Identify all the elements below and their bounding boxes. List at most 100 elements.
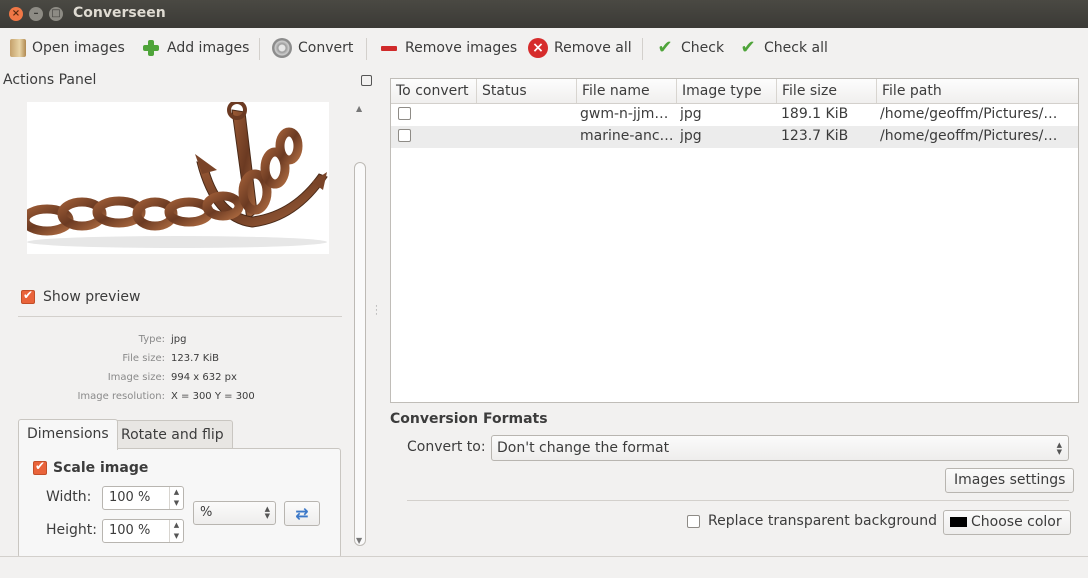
checkmark-icon: ✔: [740, 37, 756, 58]
window-title: Converseen: [73, 5, 166, 21]
replace-transparent-bg-checkbox[interactable]: Replace transparent background: [687, 513, 937, 529]
unit-select[interactable]: % ▲ ▼: [193, 501, 276, 525]
file-path-cell: /home/geoffm/Pictures/…: [880, 128, 1058, 144]
open-images-label: Open images: [32, 40, 125, 56]
scrollbar-thumb[interactable]: [354, 162, 366, 546]
add-images-button[interactable]: Add images: [141, 36, 249, 60]
image-type-cell: jpg: [680, 106, 702, 122]
checkbox-icon[interactable]: [21, 288, 35, 304]
gear-icon: [272, 38, 292, 58]
toolbar-separator: [366, 38, 367, 60]
color-swatch: [950, 517, 967, 527]
close-window-button[interactable]: ×: [9, 7, 23, 21]
remove-all-button[interactable]: × Remove all: [528, 36, 632, 60]
splitter-handle[interactable]: · · ·: [375, 303, 378, 320]
format-value: Don't change the format: [497, 440, 670, 456]
info-label: Image resolution:: [77, 391, 165, 402]
show-preview-checkbox[interactable]: Show preview: [21, 288, 141, 305]
checkmark-icon: ✔: [657, 37, 673, 58]
choose-color-button[interactable]: Choose color: [943, 510, 1071, 535]
images-settings-button[interactable]: Images settings: [945, 468, 1075, 493]
maximize-window-button[interactable]: □: [49, 7, 63, 21]
minimize-window-button[interactable]: –: [29, 7, 43, 21]
minus-icon: [379, 38, 399, 58]
image-list-table[interactable]: To convert Status File name Image type F…: [390, 78, 1079, 403]
width-value: 100 %: [109, 490, 151, 505]
conversion-formats-title: Conversion Formats: [390, 411, 548, 427]
main-toolbar: Open images Add images Convert Remove im…: [0, 28, 1088, 68]
convert-label: Convert: [298, 40, 354, 56]
file-size-cell: 123.7 KiB: [781, 128, 849, 144]
info-value-file-size: 123.7 KiB: [171, 353, 220, 364]
divider: [18, 316, 342, 317]
checkbox-icon[interactable]: [33, 459, 47, 475]
scroll-up-arrow-icon[interactable]: ▲: [356, 104, 362, 113]
to-convert-checkbox[interactable]: [398, 107, 411, 120]
table-header: To convert Status File name Image type F…: [391, 79, 1078, 104]
column-header-file-name[interactable]: File name: [577, 79, 677, 103]
info-value-type: jpg: [171, 334, 187, 345]
show-preview-label: Show preview: [43, 289, 141, 305]
info-value-image-size: 994 x 632 px: [171, 372, 237, 383]
check-label: Check: [681, 40, 725, 56]
column-header-status[interactable]: Status: [477, 79, 577, 103]
info-label: Image size:: [107, 372, 165, 383]
image-preview: [27, 102, 329, 254]
toolbar-separator: [259, 38, 260, 60]
table-row[interactable]: gwm-n-jjm… jpg 189.1 KiB /home/geoffm/Pi…: [391, 104, 1078, 126]
unit-value: %: [200, 505, 213, 520]
tab-dimensions[interactable]: Dimensions: [18, 419, 118, 450]
file-name-cell: marine-anc…: [580, 128, 674, 144]
undock-icon[interactable]: [361, 75, 372, 86]
check-all-label: Check all: [764, 40, 828, 56]
scroll-down-arrow-icon[interactable]: ▼: [356, 536, 362, 545]
table-row[interactable]: marine-anc… jpg 123.7 KiB /home/geoffm/P…: [391, 126, 1078, 148]
convert-button[interactable]: Convert: [272, 36, 353, 60]
select-arrows-icon: ▲ ▼: [1056, 441, 1062, 456]
open-images-button[interactable]: Open images: [10, 36, 125, 60]
divider: [407, 500, 1069, 501]
link-aspect-ratio-button[interactable]: ⇄: [284, 501, 320, 526]
remove-images-button[interactable]: Remove images: [379, 36, 517, 60]
height-spinbox[interactable]: 100 % ▲ ▼: [102, 519, 184, 543]
format-select[interactable]: Don't change the format ▲ ▼: [491, 435, 1069, 461]
file-path-cell: /home/geoffm/Pictures/…: [880, 106, 1058, 122]
check-button[interactable]: ✔ Check: [655, 36, 724, 60]
tab-rotate-and-flip[interactable]: Rotate and flip: [112, 420, 233, 449]
scale-image-label: Scale image: [53, 460, 149, 476]
spin-arrows-icon[interactable]: ▲ ▼: [169, 487, 183, 509]
column-header-image-type[interactable]: Image type: [677, 79, 777, 103]
checkbox-icon[interactable]: [687, 514, 700, 528]
anchor-chain-image: [27, 102, 328, 248]
check-all-button[interactable]: ✔ Check all: [738, 36, 828, 60]
convert-to-label: Convert to:: [407, 439, 486, 455]
height-label: Height:: [46, 522, 97, 538]
scale-image-checkbox[interactable]: Scale image: [33, 459, 149, 476]
column-header-file-path[interactable]: File path: [877, 79, 1078, 103]
remove-images-label: Remove images: [405, 40, 518, 56]
to-convert-checkbox[interactable]: [398, 129, 411, 142]
width-label: Width:: [46, 489, 92, 505]
spin-arrows-icon[interactable]: ▲ ▼: [169, 520, 183, 542]
info-label: Type:: [138, 334, 165, 345]
file-name-cell: gwm-n-jjm…: [580, 106, 669, 122]
title-bar: × – □ Converseen: [0, 0, 1088, 28]
actions-panel-title: Actions Panel: [3, 72, 97, 88]
refresh-icon: ⇄: [295, 504, 309, 523]
file-size-cell: 189.1 KiB: [781, 106, 849, 122]
choose-color-label: Choose color: [971, 514, 1062, 530]
info-label: File size:: [122, 353, 165, 364]
select-arrows-icon: ▲ ▼: [264, 505, 270, 520]
height-value: 100 %: [109, 523, 151, 538]
column-header-to-convert[interactable]: To convert: [391, 79, 477, 103]
width-spinbox[interactable]: 100 % ▲ ▼: [102, 486, 184, 510]
column-header-file-size[interactable]: File size: [777, 79, 877, 103]
delete-all-icon: ×: [528, 38, 548, 58]
toolbar-separator: [642, 38, 643, 60]
remove-all-label: Remove all: [554, 40, 632, 56]
info-value-resolution: X = 300 Y = 300: [171, 391, 255, 402]
image-type-cell: jpg: [680, 128, 702, 144]
status-bar: [0, 556, 1088, 578]
folder-images-icon: [10, 39, 26, 57]
add-images-label: Add images: [167, 40, 250, 56]
